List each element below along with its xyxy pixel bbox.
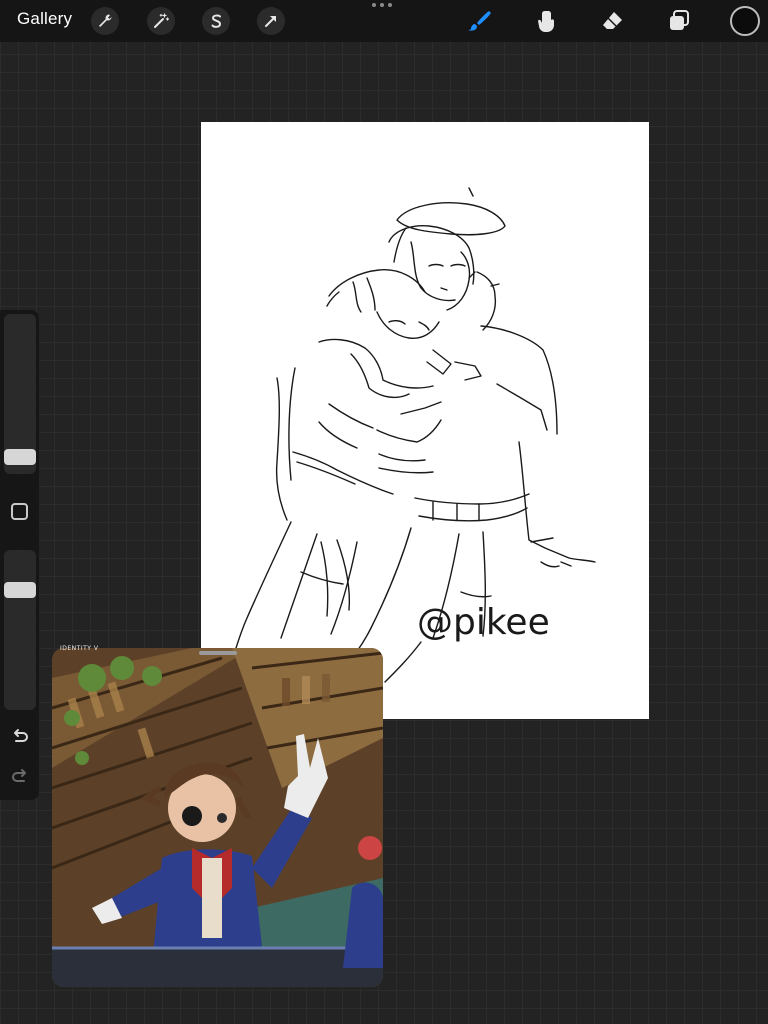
redo-button[interactable] (9, 766, 31, 788)
layers-icon (670, 10, 689, 30)
smudge-icon (538, 11, 554, 32)
selection-button[interactable] (202, 7, 230, 35)
magic-wand-icon (154, 13, 170, 28)
opacity-thumb[interactable] (4, 582, 36, 598)
adjustments-button[interactable] (147, 7, 175, 35)
arrow-cursor-icon (265, 16, 276, 27)
actions-button[interactable] (91, 7, 119, 35)
undo-button[interactable] (9, 726, 31, 748)
more-dots-icon[interactable] (372, 3, 392, 7)
layers-button[interactable] (664, 6, 694, 36)
brush-size-thumb[interactable] (4, 449, 36, 465)
drawing-canvas[interactable]: @pikee (201, 122, 649, 719)
brush-tool-button[interactable] (465, 6, 495, 36)
smudge-tool-button[interactable] (531, 6, 561, 36)
modify-button[interactable] (11, 503, 28, 520)
eraser-tool-button[interactable] (597, 6, 627, 36)
transform-button[interactable] (257, 7, 285, 35)
opacity-slider[interactable] (4, 550, 36, 710)
selection-s-icon (211, 14, 222, 28)
wrench-icon (99, 14, 112, 27)
undo-icon (14, 729, 28, 742)
reference-image (52, 648, 383, 987)
gallery-button[interactable]: Gallery (17, 9, 72, 29)
reference-drag-handle[interactable] (199, 651, 237, 655)
watermark-text: @pikee (417, 602, 550, 643)
eraser-icon (603, 12, 622, 29)
brush-icon (468, 11, 491, 31)
sketch-artwork: @pikee (230, 187, 596, 683)
reference-caption: IDENTITY V (60, 645, 99, 652)
reference-image-window[interactable] (52, 648, 383, 987)
top-toolbar: Gallery (0, 0, 768, 42)
color-swatch-button[interactable] (730, 6, 760, 36)
redo-icon (12, 769, 26, 782)
